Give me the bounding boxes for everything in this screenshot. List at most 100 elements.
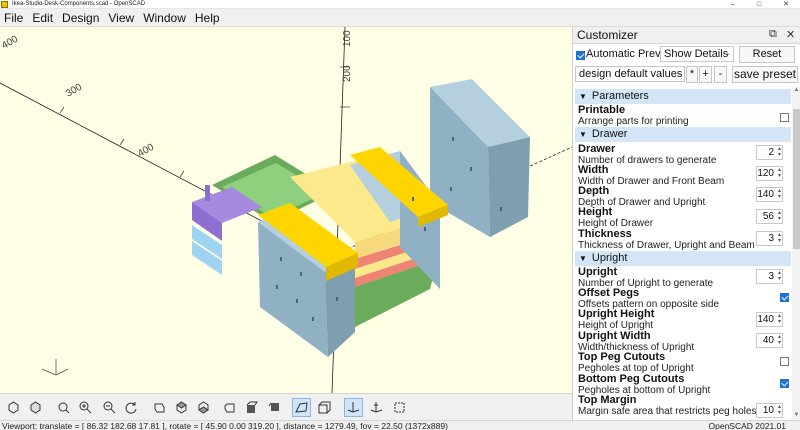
scroll-up-icon[interactable]: ▲ (792, 87, 800, 95)
view-toolbar (0, 393, 572, 420)
minimize-button[interactable]: – (723, 0, 743, 9)
group-drawer[interactable]: ▼ Drawer (575, 127, 791, 142)
preset-dropdown[interactable]: design default values ⌄ (575, 66, 685, 82)
collapse-triangle-icon: ▼ (579, 130, 587, 139)
scale-markers-icon (370, 402, 383, 413)
view-all-button[interactable] (54, 398, 73, 417)
menu-edit[interactable]: Edit (32, 11, 53, 25)
param-thickness-name: Thickness (578, 228, 632, 240)
scroll-down-icon[interactable]: ▼ (792, 412, 800, 420)
view-front-icon (246, 401, 258, 413)
3d-viewport[interactable]: 400 300 400 100 200 200 (0, 27, 572, 393)
menu-design[interactable]: Design (62, 11, 99, 25)
remove-preset-button[interactable]: - (714, 66, 727, 83)
view-bottom-button[interactable] (194, 398, 213, 417)
axis-label: 200 (342, 65, 353, 82)
customizer-scrollbar[interactable]: ▲ ▼ (792, 87, 800, 420)
printable-checkbox[interactable] (780, 113, 789, 122)
reset-view-icon (125, 402, 137, 414)
param-width-name: Width (578, 164, 609, 176)
param-upright-height-name: Upright Height (578, 308, 655, 320)
param-upright-width-name: Upright Width (578, 330, 651, 342)
zoom-out-button[interactable] (100, 398, 119, 417)
upright-height-spinbox[interactable]: 140 ▴ ▾ (756, 312, 783, 327)
view-top-button[interactable] (172, 398, 191, 417)
view-left-button[interactable] (220, 398, 239, 417)
collapse-triangle-icon: ▼ (579, 92, 587, 101)
save-preset-button[interactable]: save preset (732, 66, 798, 83)
preview-button[interactable] (4, 398, 23, 417)
group-parameters[interactable]: ▼ Parameters (575, 89, 791, 104)
spin-arrows-icon: ▴ ▾ (777, 210, 781, 222)
axis-label: 100 (342, 30, 353, 47)
scrollbar-thumb[interactable] (793, 109, 800, 249)
close-window-button[interactable]: ✕ (776, 0, 796, 9)
edges-icon (394, 402, 405, 413)
openscad-app-icon (1, 1, 8, 8)
customizer-title: Customizer (577, 28, 638, 42)
thickness-spinbox[interactable]: 3 ▴ ▾ (756, 231, 783, 246)
param-printable-name: Printable (578, 104, 626, 116)
spin-arrows-icon: ▴ ▾ (777, 270, 781, 282)
perspective-button[interactable] (292, 398, 311, 417)
render-button[interactable] (26, 398, 45, 417)
view-back-button[interactable] (264, 398, 283, 417)
view-front-button[interactable] (242, 398, 261, 417)
maximize-button[interactable]: □ (749, 0, 769, 9)
preset-star-button[interactable]: * (686, 66, 698, 83)
view-right-button[interactable] (150, 398, 169, 417)
param-top-margin-name: Top Margin (578, 394, 637, 406)
perspective-icon (295, 402, 308, 413)
top-margin-spinbox[interactable]: 10 ▴ ▾ (756, 403, 783, 418)
group-upright[interactable]: ▼ Upright (575, 251, 791, 266)
param-thickness-desc: Thickness of Drawer, Upright and Beam (578, 240, 755, 251)
param-upright-name: Upright (578, 266, 618, 278)
show-scale-markers-button[interactable] (367, 398, 386, 417)
upright-count-spinbox[interactable]: 3 ▴ ▾ (756, 269, 783, 284)
top-peg-cutouts-checkbox[interactable] (780, 357, 789, 366)
zoom-in-icon (79, 401, 92, 414)
reset-view-button[interactable] (122, 398, 141, 417)
bottom-peg-cutouts-checkbox[interactable] (780, 379, 789, 388)
axis-label: 400 (0, 34, 20, 52)
undock-icon[interactable]: ⧉ (769, 28, 777, 41)
menu-window[interactable]: Window (143, 11, 186, 25)
view-top-icon (176, 401, 187, 414)
menu-help[interactable]: Help (195, 11, 220, 25)
spin-arrows-icon: ▴ ▾ (777, 188, 781, 200)
param-offset-pegs-name: Offset Pegs (578, 287, 640, 299)
offset-pegs-checkbox[interactable] (780, 293, 789, 302)
view-bottom-icon (198, 401, 209, 414)
axis-label: 300 (64, 82, 84, 100)
show-axes-button[interactable] (344, 398, 363, 417)
chevron-down-icon: ⌄ (676, 70, 682, 77)
param-height-name: Height (578, 206, 613, 218)
status-bar: Viewport: translate = [ 86.32 182.68 17.… (0, 420, 800, 430)
width-spinbox[interactable]: 120 ▴ ▾ (756, 166, 783, 181)
height-spinbox[interactable]: 56 ▴ ▾ (756, 209, 783, 224)
menu-file[interactable]: File (4, 11, 23, 25)
model-render: 400 300 400 100 200 200 (0, 27, 572, 393)
orthogonal-button[interactable] (315, 398, 334, 417)
spin-arrows-icon: ▴ ▾ (777, 167, 781, 179)
close-panel-icon[interactable]: ✕ (786, 28, 795, 41)
axes-icon (347, 402, 360, 413)
spin-arrows-icon: ▴ ▾ (777, 232, 781, 244)
zoom-in-button[interactable] (76, 398, 95, 417)
param-depth-name: Depth (578, 185, 610, 197)
drawer-count-spinbox[interactable]: 2 ▴ ▾ (756, 145, 783, 160)
zoom-out-icon (103, 401, 116, 414)
add-preset-button[interactable]: + (699, 66, 712, 83)
spin-arrows-icon: ▴ ▾ (777, 313, 781, 325)
chevron-down-icon: ⌄ (725, 50, 731, 57)
menu-view[interactable]: View (108, 11, 134, 25)
reset-button[interactable]: Reset (739, 46, 795, 63)
customizer-header: Customizer ⧉ ✕ (573, 27, 800, 44)
automatic-preview-checkbox[interactable] (576, 51, 585, 60)
param-top-margin-desc: Margin safe area that restricts peg hole… (578, 406, 784, 417)
parameter-list: ▼ Parameters Printable Arrange parts for … (573, 87, 792, 420)
depth-spinbox[interactable]: 140 ▴ ▾ (756, 187, 783, 202)
upright-width-spinbox[interactable]: 40 ▴ ▾ (756, 333, 783, 348)
show-edges-button[interactable] (390, 398, 409, 417)
show-details-dropdown[interactable]: Show Details ⌄ (660, 46, 734, 62)
